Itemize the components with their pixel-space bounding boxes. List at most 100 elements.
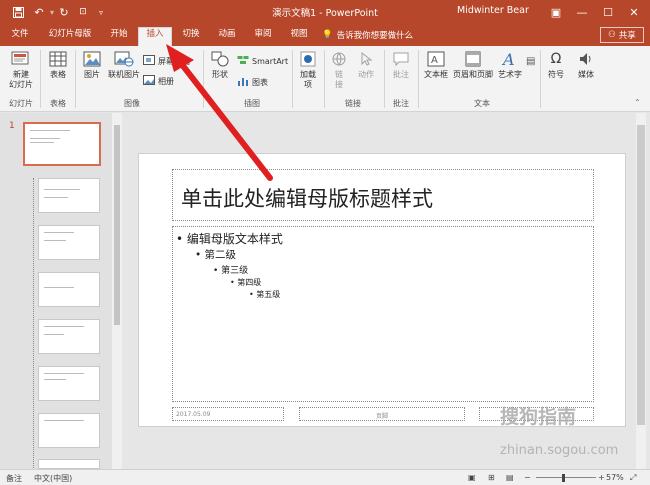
link-button[interactable]: 链 接	[328, 50, 350, 90]
album-button[interactable]: 相册	[143, 75, 174, 87]
canvas-scroll-thumb[interactable]	[637, 125, 645, 425]
thumb-layout-3[interactable]	[38, 272, 100, 307]
canvas-scrollbar[interactable]	[636, 113, 646, 469]
group-label-tables: 表格	[50, 99, 66, 108]
thumb-line	[30, 138, 60, 139]
thumbnail-scroll-thumb[interactable]	[114, 125, 120, 325]
user-name[interactable]: Midwinter Bear	[457, 5, 529, 16]
thumb-layout-6[interactable]	[38, 413, 100, 448]
media-label: 媒体	[578, 70, 594, 79]
header-footer-label: 页眉和页脚	[453, 70, 493, 79]
group-separator	[384, 50, 385, 108]
tab-transitions[interactable]: 切换	[176, 28, 206, 46]
thumb-line	[44, 287, 74, 288]
thumb-layout-5[interactable]	[38, 366, 100, 401]
slide-sorter-icon[interactable]: ⊞	[488, 473, 495, 482]
tell-me-search[interactable]: 💡 告诉我你想要做什么	[322, 29, 413, 41]
svg-text:A: A	[501, 51, 515, 67]
body-placeholder[interactable]: • 编辑母版文本样式 • 第二级 • 第三级 • 第四级 • 第五级	[172, 226, 594, 402]
thumb-line	[44, 334, 64, 335]
tab-animations[interactable]: 动画	[212, 28, 242, 46]
chart-icon	[237, 76, 249, 88]
tab-insert[interactable]: 插入	[138, 27, 172, 46]
comment-button[interactable]: 批注	[388, 50, 414, 80]
restore-icon[interactable]: ☐	[596, 3, 620, 21]
fit-window-icon[interactable]: ⤢	[630, 473, 636, 483]
header-footer-button[interactable]: 页眉和页脚	[451, 50, 495, 80]
thumb-line	[44, 189, 80, 190]
footer-placeholder[interactable]: 页脚	[299, 407, 465, 421]
new-slide-button[interactable]: 新建 幻灯片	[6, 50, 36, 90]
zoom-level[interactable]: 57%	[606, 473, 624, 482]
minimize-icon[interactable]: —	[570, 3, 594, 21]
close-icon[interactable]: ✕	[622, 3, 646, 21]
tell-me-text: 告诉我你想要做什么	[336, 31, 414, 41]
comment-icon	[391, 50, 411, 68]
shapes-label: 形状	[212, 70, 228, 79]
thumb-master[interactable]	[23, 122, 101, 166]
present-icon[interactable]: ⊡	[75, 4, 91, 20]
shapes-button[interactable]: 形状	[207, 50, 233, 80]
online-picture-button[interactable]: 联机图片	[106, 50, 142, 80]
slide-master[interactable]: 单击此处编辑母版标题样式 • 编辑母版文本样式 • 第二级 • 第三级 • 第四…	[138, 153, 626, 427]
tab-review[interactable]: 审阅	[248, 28, 278, 46]
textbox-label: 文本框	[424, 70, 448, 79]
smartart-button[interactable]: SmartArt	[237, 55, 288, 67]
action-button[interactable]: 动作	[354, 50, 378, 80]
zoom-out-icon[interactable]: −	[524, 473, 531, 482]
group-separator	[40, 50, 41, 108]
wordart-label: 艺术字	[498, 70, 522, 79]
bullet-level-1-text: 编辑母版文本样式	[186, 232, 283, 246]
zoom-in-icon[interactable]: +	[598, 473, 605, 482]
save-icon[interactable]	[10, 4, 26, 20]
thumb-layout-4[interactable]	[38, 319, 100, 354]
normal-view-icon[interactable]: ▣	[468, 473, 476, 482]
album-icon	[143, 75, 155, 87]
bullet-level-5: • 第五级	[249, 290, 281, 299]
ribbon-display-icon[interactable]: ▣	[544, 3, 568, 21]
zoom-slider-thumb[interactable]	[562, 474, 565, 482]
wordart-button[interactable]: A 艺术字	[496, 50, 524, 80]
tab-slide-master[interactable]: 幻灯片母版	[44, 28, 96, 46]
slide-title: 单击此处编辑母版标题样式	[181, 187, 433, 211]
notes-status[interactable]: 备注	[6, 473, 22, 484]
bullet-level-2-text: 第二级	[204, 249, 237, 261]
omega-icon: Ω	[550, 51, 562, 67]
collapse-ribbon-icon[interactable]: ⌃	[634, 98, 641, 107]
text-more-icon[interactable]: ▤	[526, 56, 535, 67]
zoom-slider[interactable]	[536, 477, 596, 478]
shapes-icon	[210, 50, 230, 68]
symbol-button[interactable]: Ω 符号	[544, 50, 568, 80]
bullet-level-1: • 编辑母版文本样式	[176, 232, 283, 246]
tab-file[interactable]: 文件	[6, 28, 34, 46]
thumbnail-scrollbar[interactable]	[112, 113, 122, 469]
picture-button[interactable]: 图片	[80, 50, 104, 80]
media-button[interactable]: 媒体	[574, 50, 598, 80]
language-status[interactable]: 中文(中国)	[34, 473, 72, 484]
chart-button[interactable]: 图表	[237, 76, 268, 88]
addins-button[interactable]: 加载 项	[296, 50, 320, 90]
tab-home[interactable]: 开始	[104, 28, 134, 46]
textbox-button[interactable]: A 文本框	[422, 50, 450, 80]
date-placeholder[interactable]: 2017.05.09	[172, 407, 284, 421]
customize-toolbar-icon[interactable]: ▿	[93, 4, 109, 20]
bullet-level-3-text: 第三级	[221, 266, 249, 276]
group-label-text: 文本	[474, 99, 490, 108]
thumb-line	[44, 232, 74, 233]
thumb-layout-1[interactable]	[38, 178, 100, 213]
group-separator	[75, 50, 76, 108]
thumb-layout-7[interactable]	[38, 459, 100, 469]
share-button[interactable]: ⚇ 共享	[600, 27, 644, 43]
screenshot-button[interactable]: 屏幕截图	[143, 55, 190, 67]
thumb-layout-2[interactable]	[38, 225, 100, 260]
watermark-url: zhinan.sogou.com	[500, 443, 619, 458]
table-button[interactable]: 表格	[45, 50, 71, 80]
group-separator	[324, 50, 325, 108]
symbol-label: 符号	[548, 70, 564, 79]
svg-text:A: A	[431, 55, 438, 66]
tab-view[interactable]: 视图	[284, 28, 314, 46]
redo-icon[interactable]: ↻	[56, 4, 72, 20]
title-placeholder[interactable]: 单击此处编辑母版标题样式	[172, 169, 594, 221]
group-label-images: 图像	[124, 99, 140, 108]
reading-view-icon[interactable]: ▤	[506, 473, 514, 482]
